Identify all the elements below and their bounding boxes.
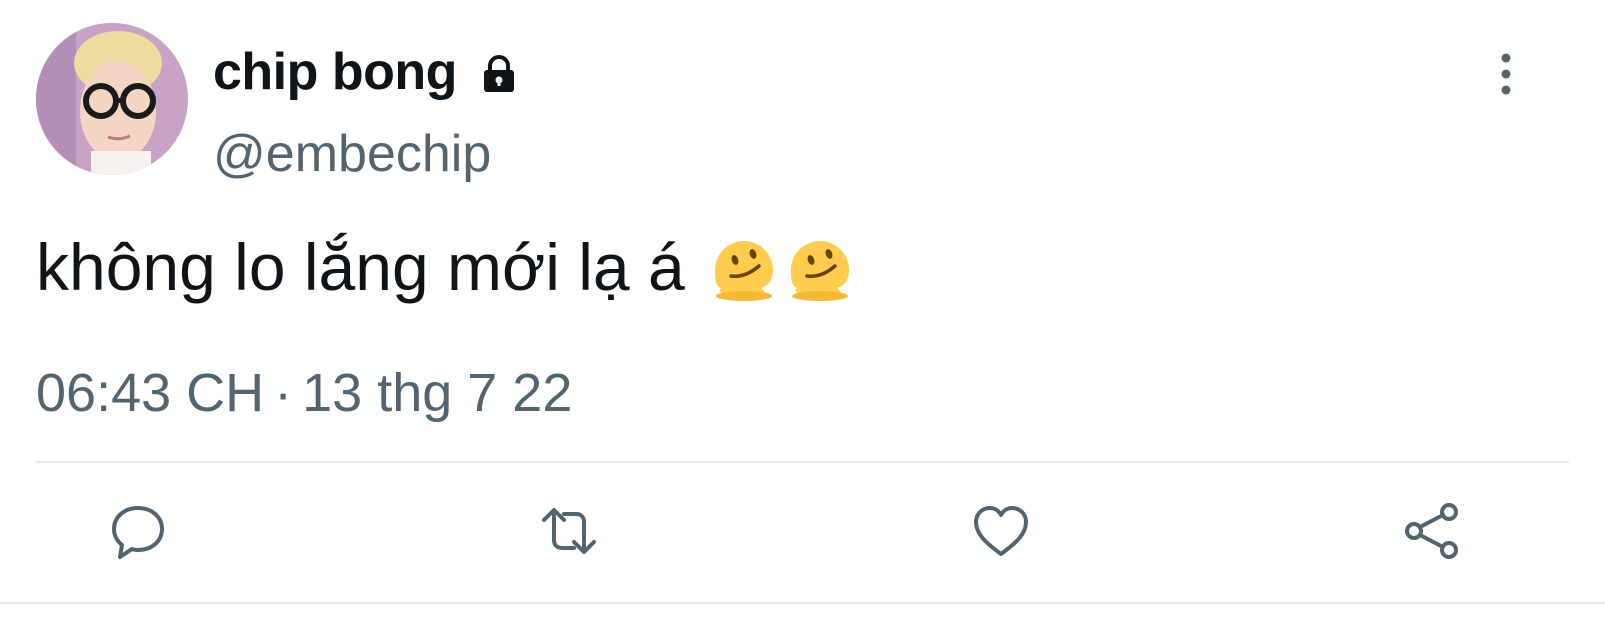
share-button[interactable]	[1396, 495, 1468, 567]
melting-face-emoji-icon	[783, 230, 857, 304]
retweet-button[interactable]	[533, 495, 605, 567]
action-bar	[0, 495, 1605, 567]
emoji-group	[707, 230, 857, 304]
name-row: chip bong	[213, 40, 519, 104]
more-vertical-icon	[1496, 52, 1516, 101]
divider	[36, 461, 1569, 463]
lock-icon	[479, 50, 519, 94]
melting-face-emoji-icon	[707, 230, 781, 304]
retweet-icon	[538, 500, 600, 562]
like-button[interactable]	[965, 495, 1037, 567]
heart-icon	[970, 500, 1032, 562]
tweet-date[interactable]: 13 thg 7 22	[302, 363, 572, 423]
tweet-text: không lo lắng mới lạ á	[36, 230, 857, 304]
tweet-time[interactable]: 06:43 CH	[36, 363, 264, 423]
display-name[interactable]: chip bong	[213, 46, 457, 98]
meta-separator: ·	[274, 363, 293, 423]
tweet-card: chip bong @embechip không lo lắng mới lạ…	[0, 0, 1605, 636]
reply-button[interactable]	[102, 495, 174, 567]
reply-icon	[107, 500, 169, 562]
share-icon	[1401, 500, 1463, 562]
tweet-meta: 06:43 CH · 13 thg 7 22	[36, 366, 572, 420]
tweet-text-content: không lo lắng mới lạ á	[36, 230, 685, 304]
bottom-divider	[0, 602, 1605, 604]
handle[interactable]: @embechip	[213, 128, 491, 180]
avatar[interactable]	[36, 23, 188, 175]
more-button[interactable]	[1478, 48, 1534, 104]
